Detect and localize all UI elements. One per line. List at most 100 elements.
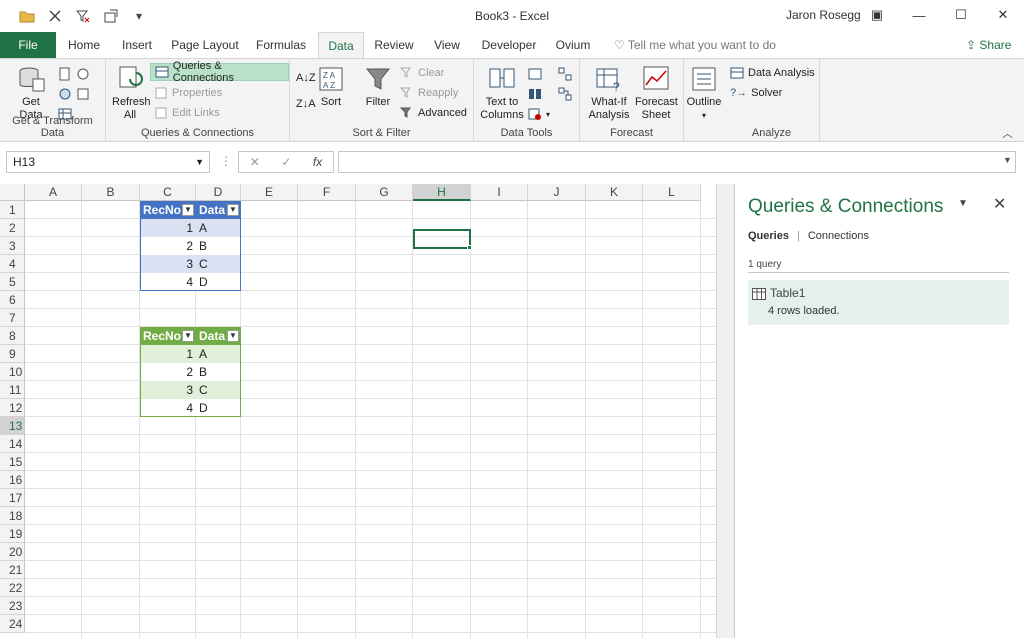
minimize-icon[interactable]: — — [898, 0, 940, 30]
row-header-9[interactable]: 9 — [0, 345, 25, 363]
properties-button[interactable]: Properties — [154, 84, 222, 102]
export-icon[interactable] — [102, 7, 120, 25]
tab-home[interactable]: Home — [62, 32, 106, 58]
row-header-23[interactable]: 23 — [0, 597, 25, 615]
column-header-l[interactable]: L — [643, 184, 701, 201]
insert-function-icon[interactable]: fx — [313, 155, 322, 169]
open-folder-icon[interactable] — [18, 7, 36, 25]
collapse-ribbon-icon[interactable]: ︿ — [1002, 125, 1013, 141]
filter-button[interactable]: Filter — [360, 65, 396, 109]
table1-header-recno[interactable]: RecNo ▼ — [140, 201, 196, 219]
outline-button[interactable]: Outline ▾ — [684, 65, 724, 122]
tab-review[interactable]: Review — [372, 32, 416, 58]
consolidate-icon[interactable] — [558, 65, 572, 83]
filter-dropdown-icon[interactable]: ▼ — [182, 204, 194, 216]
column-header-b[interactable]: B — [82, 184, 140, 201]
table2-cell[interactable]: 2 — [140, 363, 196, 381]
remove-duplicates-icon[interactable] — [528, 85, 542, 103]
text-to-columns-button[interactable]: Text to Columns — [478, 65, 526, 122]
tab-page-layout[interactable]: Page Layout — [168, 32, 242, 58]
queries-connections-button[interactable]: Queries & Connections — [150, 60, 289, 84]
table1-cell[interactable]: B — [196, 237, 241, 255]
table2-cell[interactable]: 1 — [140, 345, 196, 363]
row-header-19[interactable]: 19 — [0, 525, 25, 543]
table1-cell[interactable]: D — [196, 273, 241, 291]
advanced-button[interactable]: Advanced — [400, 104, 467, 122]
row-header-1[interactable]: 1 — [0, 201, 25, 219]
row-header-16[interactable]: 16 — [0, 471, 25, 489]
row-header-13[interactable]: 13 — [0, 417, 25, 435]
column-header-h[interactable]: H — [413, 184, 471, 201]
row-header-14[interactable]: 14 — [0, 435, 25, 453]
existing-connections-icon[interactable] — [76, 85, 90, 103]
user-name[interactable]: Jaron Rosegg — [786, 8, 861, 22]
row-header-4[interactable]: 4 — [0, 255, 25, 273]
row-header-3[interactable]: 3 — [0, 237, 25, 255]
fit-icon[interactable] — [46, 7, 64, 25]
table1-cell[interactable]: C — [196, 255, 241, 273]
tell-me-search[interactable]: ♡ Tell me what you want to do — [614, 32, 776, 58]
column-header-g[interactable]: G — [356, 184, 413, 201]
maximize-icon[interactable]: ☐ — [940, 0, 982, 30]
sort-ascending-icon[interactable]: A↓Z — [296, 69, 316, 87]
pane-close-icon[interactable]: ✕ — [993, 194, 1006, 214]
recent-sources-icon[interactable] — [76, 65, 90, 83]
flash-fill-icon[interactable] — [528, 65, 542, 83]
filter-dropdown-icon[interactable]: ▼ — [227, 204, 239, 216]
query-item-table1[interactable]: Table1 4 rows loaded. — [748, 280, 1009, 325]
column-header-f[interactable]: F — [298, 184, 356, 201]
column-header-c[interactable]: C — [140, 184, 196, 201]
clear-filter-icon[interactable] — [74, 7, 92, 25]
row-header-18[interactable]: 18 — [0, 507, 25, 525]
enter-icon[interactable]: ✓ — [281, 155, 291, 169]
row-header-12[interactable]: 12 — [0, 399, 25, 417]
tab-insert[interactable]: Insert — [116, 32, 158, 58]
row-header-8[interactable]: 8 — [0, 327, 25, 345]
row-header-5[interactable]: 5 — [0, 273, 25, 291]
clear-button[interactable]: Clear — [400, 64, 444, 82]
pane-tab-connections[interactable]: Connections — [808, 230, 869, 242]
filter-dropdown-icon[interactable]: ▼ — [227, 330, 239, 342]
tab-developer[interactable]: Developer — [478, 32, 540, 58]
data-validation-icon[interactable]: ▾ — [528, 105, 550, 123]
row-header-6[interactable]: 6 — [0, 291, 25, 309]
data-analysis-button[interactable]: Data Analysis — [730, 64, 815, 82]
name-box-dropdown-icon[interactable]: ▼ — [195, 152, 204, 172]
from-web-icon[interactable] — [58, 85, 72, 103]
name-box[interactable]: H13 ▼ — [6, 151, 210, 173]
tab-file[interactable]: File — [0, 32, 56, 58]
tab-view[interactable]: View — [426, 32, 468, 58]
row-header-20[interactable]: 20 — [0, 543, 25, 561]
close-icon[interactable]: ✕ — [982, 0, 1024, 30]
column-header-d[interactable]: D — [196, 184, 241, 201]
sort-descending-icon[interactable]: Z↓A — [296, 95, 316, 113]
pane-options-icon[interactable]: ▼ — [958, 198, 968, 209]
row-header-10[interactable]: 10 — [0, 363, 25, 381]
tab-formulas[interactable]: Formulas — [252, 32, 310, 58]
column-header-e[interactable]: E — [241, 184, 298, 201]
reapply-button[interactable]: Reapply — [400, 84, 458, 102]
ribbon-display-icon[interactable]: ▣ — [856, 0, 898, 30]
table1-cell[interactable]: 3 — [140, 255, 196, 273]
row-header-22[interactable]: 22 — [0, 579, 25, 597]
refresh-all-button[interactable]: Refresh All — [110, 65, 151, 122]
row-header-11[interactable]: 11 — [0, 381, 25, 399]
what-if-analysis-button[interactable]: ? What-If Analysis — [584, 65, 634, 122]
table2-cell[interactable]: A — [196, 345, 241, 363]
expand-formula-bar-icon[interactable]: ▼ — [1003, 155, 1012, 165]
customize-qat-icon[interactable]: ▾ — [130, 7, 148, 25]
table2-header-data[interactable]: Data ▼ — [196, 327, 241, 345]
column-header-j[interactable]: J — [528, 184, 586, 201]
relationships-icon[interactable] — [558, 85, 572, 103]
table2-cell[interactable]: D — [196, 399, 241, 417]
share-button[interactable]: ⇪ Share — [966, 32, 1011, 58]
solver-button[interactable]: ?→ Solver — [730, 84, 782, 102]
table1-cell[interactable]: A — [196, 219, 241, 237]
table2-header-recno[interactable]: RecNo ▼ — [140, 327, 196, 345]
table1-header-data[interactable]: Data ▼ — [196, 201, 241, 219]
column-header-i[interactable]: I — [471, 184, 528, 201]
edit-links-button[interactable]: Edit Links — [154, 104, 220, 122]
row-header-24[interactable]: 24 — [0, 615, 25, 633]
table1-cell[interactable]: 4 — [140, 273, 196, 291]
column-header-k[interactable]: K — [586, 184, 643, 201]
